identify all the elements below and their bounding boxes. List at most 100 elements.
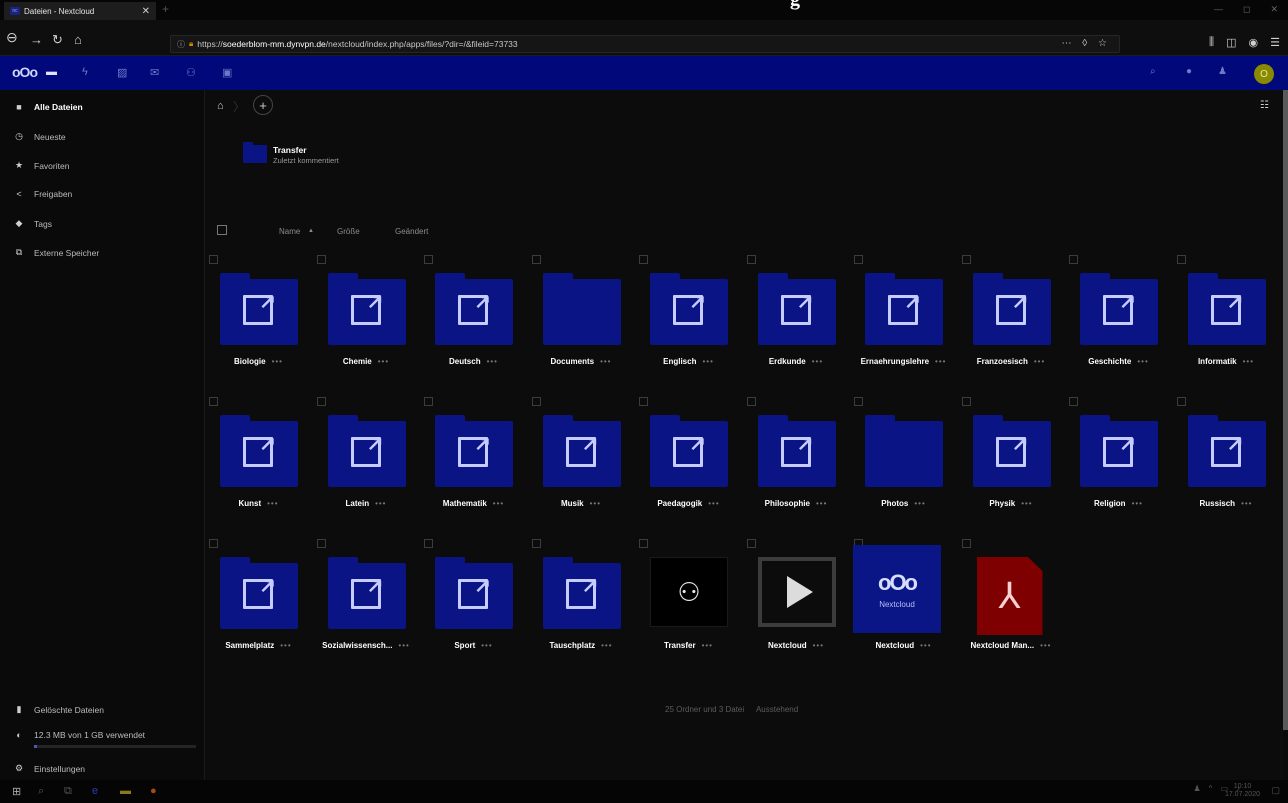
file-checkbox[interactable] xyxy=(961,539,971,548)
more-actions-icon[interactable]: ••• xyxy=(590,499,601,508)
extension-icon[interactable]: ◉ xyxy=(1249,36,1259,49)
new-file-button[interactable]: + xyxy=(253,95,273,115)
more-actions-icon[interactable]: ••• xyxy=(1137,357,1148,366)
file-tile[interactable]: Paedagogik ••• xyxy=(635,397,742,527)
mail-icon[interactable]: ✉ xyxy=(150,66,159,79)
more-actions-icon[interactable]: ••• xyxy=(398,641,409,650)
file-tile[interactable]: Geschichte ••• xyxy=(1065,255,1172,385)
close-tab-icon[interactable]: ✕ xyxy=(142,6,150,17)
info-icon[interactable]: ⓘ xyxy=(177,39,185,50)
more-actions-icon[interactable]: ••• xyxy=(935,357,946,366)
file-tile[interactable]: Physik ••• xyxy=(958,397,1065,527)
more-actions-icon[interactable]: ••• xyxy=(708,499,719,508)
more-actions-icon[interactable]: ••• xyxy=(600,357,611,366)
more-actions-icon[interactable]: ••• xyxy=(1241,499,1252,508)
more-actions-icon[interactable]: ••• xyxy=(920,641,931,650)
file-tile[interactable]: oOo Nextcloud Nextcloud ••• xyxy=(850,539,957,669)
firefox-icon[interactable]: ● xyxy=(150,785,157,797)
action-center-icon[interactable]: ▢ xyxy=(1271,785,1280,796)
file-checkbox[interactable] xyxy=(316,539,326,548)
menu-icon[interactable]: ☰ xyxy=(1270,36,1280,49)
more-actions-icon[interactable]: ••• xyxy=(493,499,504,508)
more-actions-icon[interactable]: ••• xyxy=(1132,499,1143,508)
search-icon[interactable]: ⌕ xyxy=(1150,66,1156,77)
more-actions-icon[interactable]: ••• xyxy=(487,357,498,366)
file-checkbox[interactable] xyxy=(531,397,541,406)
maximize-icon[interactable]: ◻ xyxy=(1243,4,1250,15)
file-tile[interactable]: Mathematik ••• xyxy=(420,397,527,527)
column-size[interactable]: Größe xyxy=(337,227,360,236)
file-tile[interactable]: Ernaehrungslehre ••• xyxy=(850,255,957,385)
file-tile[interactable]: Sport ••• xyxy=(420,539,527,669)
column-modified[interactable]: Geändert xyxy=(395,227,428,236)
file-tile[interactable]: Biologie ••• xyxy=(205,255,312,385)
avatar[interactable]: O xyxy=(1254,64,1274,84)
file-tile[interactable]: Chemie ••• xyxy=(313,255,420,385)
more-actions-icon[interactable]: ••• xyxy=(272,357,283,366)
more-actions-icon[interactable]: ••• xyxy=(601,641,612,650)
sidebar-item-recent[interactable]: ◷ Neueste xyxy=(12,131,66,142)
file-tile[interactable]: Sozialwissensch... ••• xyxy=(313,539,420,669)
file-checkbox[interactable] xyxy=(424,539,433,548)
activity-icon[interactable]: ϟ xyxy=(82,66,88,78)
file-checkbox[interactable] xyxy=(209,397,218,406)
gallery-icon[interactable]: ▨ xyxy=(117,66,127,79)
sidebar-item-shares[interactable]: < Freigaben xyxy=(12,189,72,199)
more-actions-icon[interactable]: ••• xyxy=(1021,499,1032,508)
contacts-menu-icon[interactable]: ♟ xyxy=(1218,66,1227,77)
more-actions-icon[interactable]: ••• xyxy=(1243,357,1254,366)
file-tile[interactable]: Franzoesisch ••• xyxy=(958,255,1065,385)
library-icon[interactable]: ⫼ xyxy=(1209,36,1214,49)
select-all-checkbox[interactable] xyxy=(217,225,227,235)
more-actions-icon[interactable]: ••• xyxy=(1040,641,1051,650)
tray-expand-icon[interactable]: ^ xyxy=(1209,784,1213,793)
search-icon[interactable]: ⌕ xyxy=(38,785,44,798)
file-tile[interactable]: Religion ••• xyxy=(1065,397,1172,527)
file-tile[interactable]: Sammelplatz ••• xyxy=(205,539,312,669)
notifications-icon[interactable]: ● xyxy=(1186,66,1192,77)
sidebar-toggle-icon[interactable]: ◫ xyxy=(1226,36,1236,49)
more-actions-icon[interactable]: ••• xyxy=(816,499,827,508)
nextcloud-logo[interactable]: oOo xyxy=(12,64,38,80)
sidebar-item-all-files[interactable]: ■ Alle Dateien xyxy=(12,102,82,112)
file-checkbox[interactable] xyxy=(209,255,218,264)
file-tile[interactable]: Nextcloud ••• xyxy=(743,539,850,669)
file-checkbox[interactable] xyxy=(961,397,971,406)
file-tile[interactable]: ⅄ Nextcloud Man... ••• xyxy=(958,539,1065,669)
file-explorer-icon[interactable]: ▬ xyxy=(120,785,131,797)
edge-browser-icon[interactable]: e xyxy=(92,785,98,797)
browser-tab[interactable]: nc Dateien - Nextcloud ✕ xyxy=(4,2,156,20)
more-actions-icon[interactable]: ••• xyxy=(375,499,386,508)
address-bar[interactable]: ⓘ 🔒︎ https://soederblom-mm.dynvpn.de/nex… xyxy=(170,35,1120,53)
file-tile[interactable]: Musik ••• xyxy=(528,397,635,527)
file-checkbox[interactable] xyxy=(639,397,648,406)
more-actions-icon[interactable]: ••• xyxy=(481,641,492,650)
file-checkbox[interactable] xyxy=(854,397,863,406)
file-tile[interactable]: Kunst ••• xyxy=(205,397,312,527)
windows-start-icon[interactable]: ⊞ xyxy=(12,785,21,798)
file-checkbox[interactable] xyxy=(746,397,756,406)
lock-warning-icon[interactable]: 🔒︎ xyxy=(189,39,193,49)
file-checkbox[interactable] xyxy=(746,255,756,264)
sidebar-item-settings[interactable]: ⚙ Einstellungen xyxy=(12,763,85,774)
sort-ascending-icon[interactable]: ▲ xyxy=(308,228,314,234)
back-icon[interactable]: ⊖ xyxy=(6,29,18,46)
more-actions-icon[interactable]: ••• xyxy=(1034,357,1045,366)
file-checkbox[interactable] xyxy=(424,255,433,264)
file-tile[interactable]: Documents ••• xyxy=(528,255,635,385)
file-checkbox[interactable] xyxy=(531,255,541,264)
file-checkbox[interactable] xyxy=(1176,397,1186,406)
file-checkbox[interactable] xyxy=(639,539,648,548)
file-checkbox[interactable] xyxy=(639,255,648,264)
file-tile[interactable]: Englisch ••• xyxy=(635,255,742,385)
reload-icon[interactable]: ↻ xyxy=(52,32,63,48)
more-actions-icon[interactable]: ••• xyxy=(378,357,389,366)
file-tile[interactable]: Informatik ••• xyxy=(1173,255,1280,385)
file-tile[interactable]: Erdkunde ••• xyxy=(743,255,850,385)
file-tile[interactable]: Tauschplatz ••• xyxy=(528,539,635,669)
more-actions-icon[interactable]: ••• xyxy=(702,357,713,366)
files-icon[interactable]: ▬ xyxy=(46,66,57,78)
file-checkbox[interactable] xyxy=(1069,255,1078,264)
sidebar-item-tags[interactable]: ◆ Tags xyxy=(12,218,52,229)
file-checkbox[interactable] xyxy=(854,255,863,264)
